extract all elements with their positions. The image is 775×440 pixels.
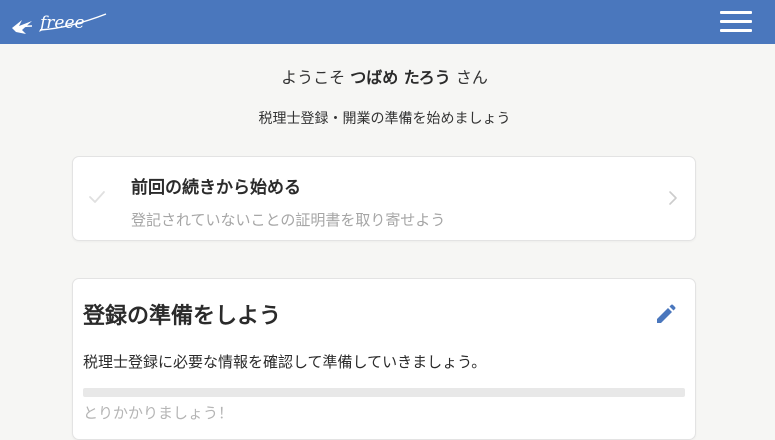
page-subtitle: 税理士登録・開業の準備を始めましょう: [258, 111, 511, 127]
welcome-message: ようこそ つばめ たろう さん: [0, 64, 769, 88]
progress-bar: [83, 388, 685, 397]
chevron-right-icon: [669, 191, 677, 205]
welcome-suffix: さん: [450, 68, 488, 87]
preparation-title: 登録の準備をしよう: [83, 304, 282, 329]
resume-card[interactable]: 前回の続きから始める 登記されていないことの証明書を取り寄せよう: [72, 156, 696, 241]
hamburger-menu-icon[interactable]: [720, 10, 752, 34]
preparation-description: 税理士登録に必要な情報を確認して準備していきましょう。: [83, 353, 487, 371]
preparation-card: 登録の準備をしよう 税理士登録に必要な情報を確認して準備していきましょう。 とり…: [72, 278, 696, 440]
pencil-icon[interactable]: [653, 303, 677, 327]
resume-next-step: 登記されていないことの証明書を取り寄せよう: [131, 211, 446, 229]
checkmark-icon: [89, 191, 105, 203]
welcome-prefix: ようこそ: [281, 68, 351, 87]
user-name: つばめ たろう: [350, 68, 451, 87]
app-header: freee: [0, 0, 775, 44]
resume-title: 前回の続きから始める: [131, 178, 301, 198]
freee-logo[interactable]: freee: [10, 6, 110, 40]
